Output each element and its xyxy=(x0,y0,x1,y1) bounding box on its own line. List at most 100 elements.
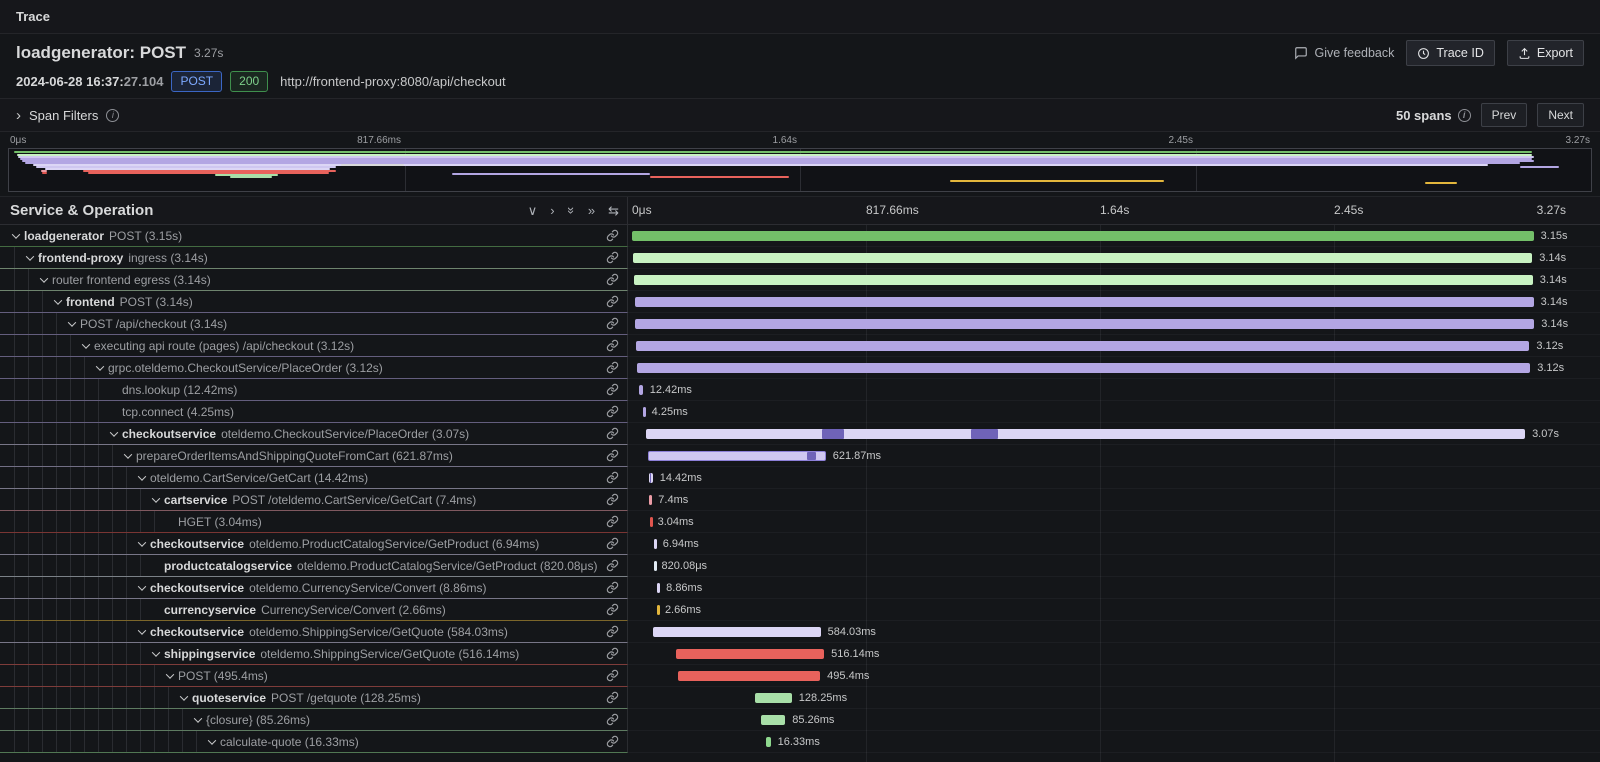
span-link-icon[interactable] xyxy=(602,647,627,660)
span-row[interactable]: frontend-proxy ingress (3.14s) 3.14s xyxy=(0,247,1600,269)
expand-all-icon[interactable]: » xyxy=(588,204,595,217)
expand-chevron-icon[interactable] xyxy=(22,255,38,261)
span-row[interactable]: prepareOrderItemsAndShippingQuoteFromCar… xyxy=(0,445,1600,467)
span-bar-cell[interactable]: 621.87ms xyxy=(628,445,1600,467)
span-duration-bar[interactable] xyxy=(643,407,646,417)
expand-chevron-icon[interactable] xyxy=(134,541,150,547)
span-name-cell[interactable]: frontend POST (3.14s) xyxy=(0,291,628,313)
span-name-cell[interactable]: productcatalogservice oteldemo.ProductCa… xyxy=(0,555,628,577)
span-name-cell[interactable]: dns.lookup (12.42ms) xyxy=(0,379,628,401)
span-name-cell[interactable]: POST (495.4ms) xyxy=(0,665,628,687)
span-bar-cell[interactable]: 3.12s xyxy=(628,335,1600,357)
span-duration-bar[interactable] xyxy=(761,715,785,725)
span-link-icon[interactable] xyxy=(602,449,627,462)
span-bar-cell[interactable]: 3.12s xyxy=(628,357,1600,379)
span-bar-cell[interactable]: 3.07s xyxy=(628,423,1600,445)
span-bar-cell[interactable]: 12.42ms xyxy=(628,379,1600,401)
span-link-icon[interactable] xyxy=(602,317,627,330)
span-row[interactable]: grpc.oteldemo.CheckoutService/PlaceOrder… xyxy=(0,357,1600,379)
span-name-cell[interactable]: executing api route (pages) /api/checkou… xyxy=(0,335,628,357)
span-row[interactable]: loadgenerator POST (3.15s) 3.15s xyxy=(0,225,1600,247)
span-row[interactable]: shippingservice oteldemo.ShippingService… xyxy=(0,643,1600,665)
span-link-icon[interactable] xyxy=(602,273,627,286)
span-row[interactable]: checkoutservice oteldemo.ProductCatalogS… xyxy=(0,533,1600,555)
span-name-cell[interactable]: checkoutservice oteldemo.ProductCatalogS… xyxy=(0,533,628,555)
span-duration-bar[interactable] xyxy=(650,517,653,527)
span-bar-cell[interactable]: 6.94ms xyxy=(628,533,1600,555)
span-link-icon[interactable] xyxy=(602,713,627,726)
span-link-icon[interactable] xyxy=(602,735,627,748)
span-filters-toggle[interactable]: › Span Filters i xyxy=(16,108,119,123)
span-bar-cell[interactable]: 16.33ms xyxy=(628,731,1600,753)
span-duration-bar[interactable] xyxy=(649,473,653,483)
span-name-cell[interactable]: tcp.connect (4.25ms) xyxy=(0,401,628,423)
span-name-cell[interactable]: prepareOrderItemsAndShippingQuoteFromCar… xyxy=(0,445,628,467)
span-name-cell[interactable]: POST /api/checkout (3.14s) xyxy=(0,313,628,335)
span-row[interactable]: POST /api/checkout (3.14s) 3.14s xyxy=(0,313,1600,335)
span-duration-bar[interactable] xyxy=(657,583,660,593)
span-name-cell[interactable]: checkoutservice oteldemo.ShippingService… xyxy=(0,621,628,643)
column-resize-icon[interactable]: ⇆ xyxy=(608,204,619,217)
expand-chevron-icon[interactable] xyxy=(36,277,52,283)
span-duration-bar[interactable] xyxy=(646,429,1525,439)
span-link-icon[interactable] xyxy=(602,581,627,594)
span-row[interactable]: HGET (3.04ms) 3.04ms xyxy=(0,511,1600,533)
trace-minimap[interactable] xyxy=(8,148,1592,192)
span-link-icon[interactable] xyxy=(602,251,627,264)
span-bar-cell[interactable]: 3.14s xyxy=(628,247,1600,269)
expand-chevron-icon[interactable] xyxy=(134,475,150,481)
span-link-icon[interactable] xyxy=(602,427,627,440)
span-row[interactable]: POST (495.4ms) 495.4ms xyxy=(0,665,1600,687)
give-feedback-link[interactable]: Give feedback xyxy=(1294,46,1394,60)
span-duration-bar[interactable] xyxy=(657,605,660,615)
trace-id-button[interactable]: Trace ID xyxy=(1406,40,1494,66)
span-name-cell[interactable]: quoteservice POST /getquote (128.25ms) xyxy=(0,687,628,709)
prev-button[interactable]: Prev xyxy=(1481,103,1528,127)
span-link-icon[interactable] xyxy=(602,295,627,308)
span-duration-bar[interactable] xyxy=(654,539,657,549)
expand-chevron-icon[interactable] xyxy=(8,233,24,239)
span-bar-cell[interactable]: 8.86ms xyxy=(628,577,1600,599)
span-row[interactable]: currencyservice CurrencyService/Convert … xyxy=(0,599,1600,621)
span-name-cell[interactable]: currencyservice CurrencyService/Convert … xyxy=(0,599,628,621)
span-row[interactable]: oteldemo.CartService/GetCart (14.42ms) 1… xyxy=(0,467,1600,489)
span-bar-cell[interactable]: 516.14ms xyxy=(628,643,1600,665)
span-name-cell[interactable]: oteldemo.CartService/GetCart (14.42ms) xyxy=(0,467,628,489)
export-button[interactable]: Export xyxy=(1507,40,1584,66)
span-link-icon[interactable] xyxy=(602,515,627,528)
expand-chevron-icon[interactable] xyxy=(92,365,108,371)
span-link-icon[interactable] xyxy=(602,361,627,374)
span-bar-cell[interactable]: 85.26ms xyxy=(628,709,1600,731)
span-bar-cell[interactable]: 584.03ms xyxy=(628,621,1600,643)
expand-chevron-icon[interactable] xyxy=(176,695,192,701)
span-row[interactable]: tcp.connect (4.25ms) 4.25ms xyxy=(0,401,1600,423)
span-duration-bar[interactable] xyxy=(648,451,826,461)
expand-chevron-icon[interactable] xyxy=(134,629,150,635)
collapse-one-icon[interactable]: ∨ xyxy=(528,204,538,217)
span-bar-cell[interactable]: 4.25ms xyxy=(628,401,1600,423)
span-name-cell[interactable]: HGET (3.04ms) xyxy=(0,511,628,533)
expand-chevron-icon[interactable] xyxy=(162,673,178,679)
span-name-cell[interactable]: cartservice POST /oteldemo.CartService/G… xyxy=(0,489,628,511)
span-name-cell[interactable]: {closure} (85.26ms) xyxy=(0,709,628,731)
span-bar-cell[interactable]: 820.08μs xyxy=(628,555,1600,577)
span-row[interactable]: cartservice POST /oteldemo.CartService/G… xyxy=(0,489,1600,511)
span-row[interactable]: calculate-quote (16.33ms) 16.33ms xyxy=(0,731,1600,753)
span-link-icon[interactable] xyxy=(602,669,627,682)
expand-chevron-icon[interactable] xyxy=(134,585,150,591)
span-link-icon[interactable] xyxy=(602,625,627,638)
span-row[interactable]: router frontend egress (3.14s) 3.14s xyxy=(0,269,1600,291)
span-bar-cell[interactable]: 128.25ms xyxy=(628,687,1600,709)
span-duration-bar[interactable] xyxy=(635,319,1534,329)
span-duration-bar[interactable] xyxy=(654,561,657,571)
span-row[interactable]: checkoutservice oteldemo.CurrencyService… xyxy=(0,577,1600,599)
span-link-icon[interactable] xyxy=(602,229,627,242)
expand-chevron-icon[interactable] xyxy=(64,321,80,327)
collapse-all-icon[interactable]: » xyxy=(565,207,578,214)
span-bar-cell[interactable]: 2.66ms xyxy=(628,599,1600,621)
span-link-icon[interactable] xyxy=(602,559,627,572)
span-duration-bar[interactable] xyxy=(639,385,643,395)
expand-chevron-icon[interactable] xyxy=(78,343,94,349)
span-name-cell[interactable]: grpc.oteldemo.CheckoutService/PlaceOrder… xyxy=(0,357,628,379)
span-bar-cell[interactable]: 3.14s xyxy=(628,291,1600,313)
